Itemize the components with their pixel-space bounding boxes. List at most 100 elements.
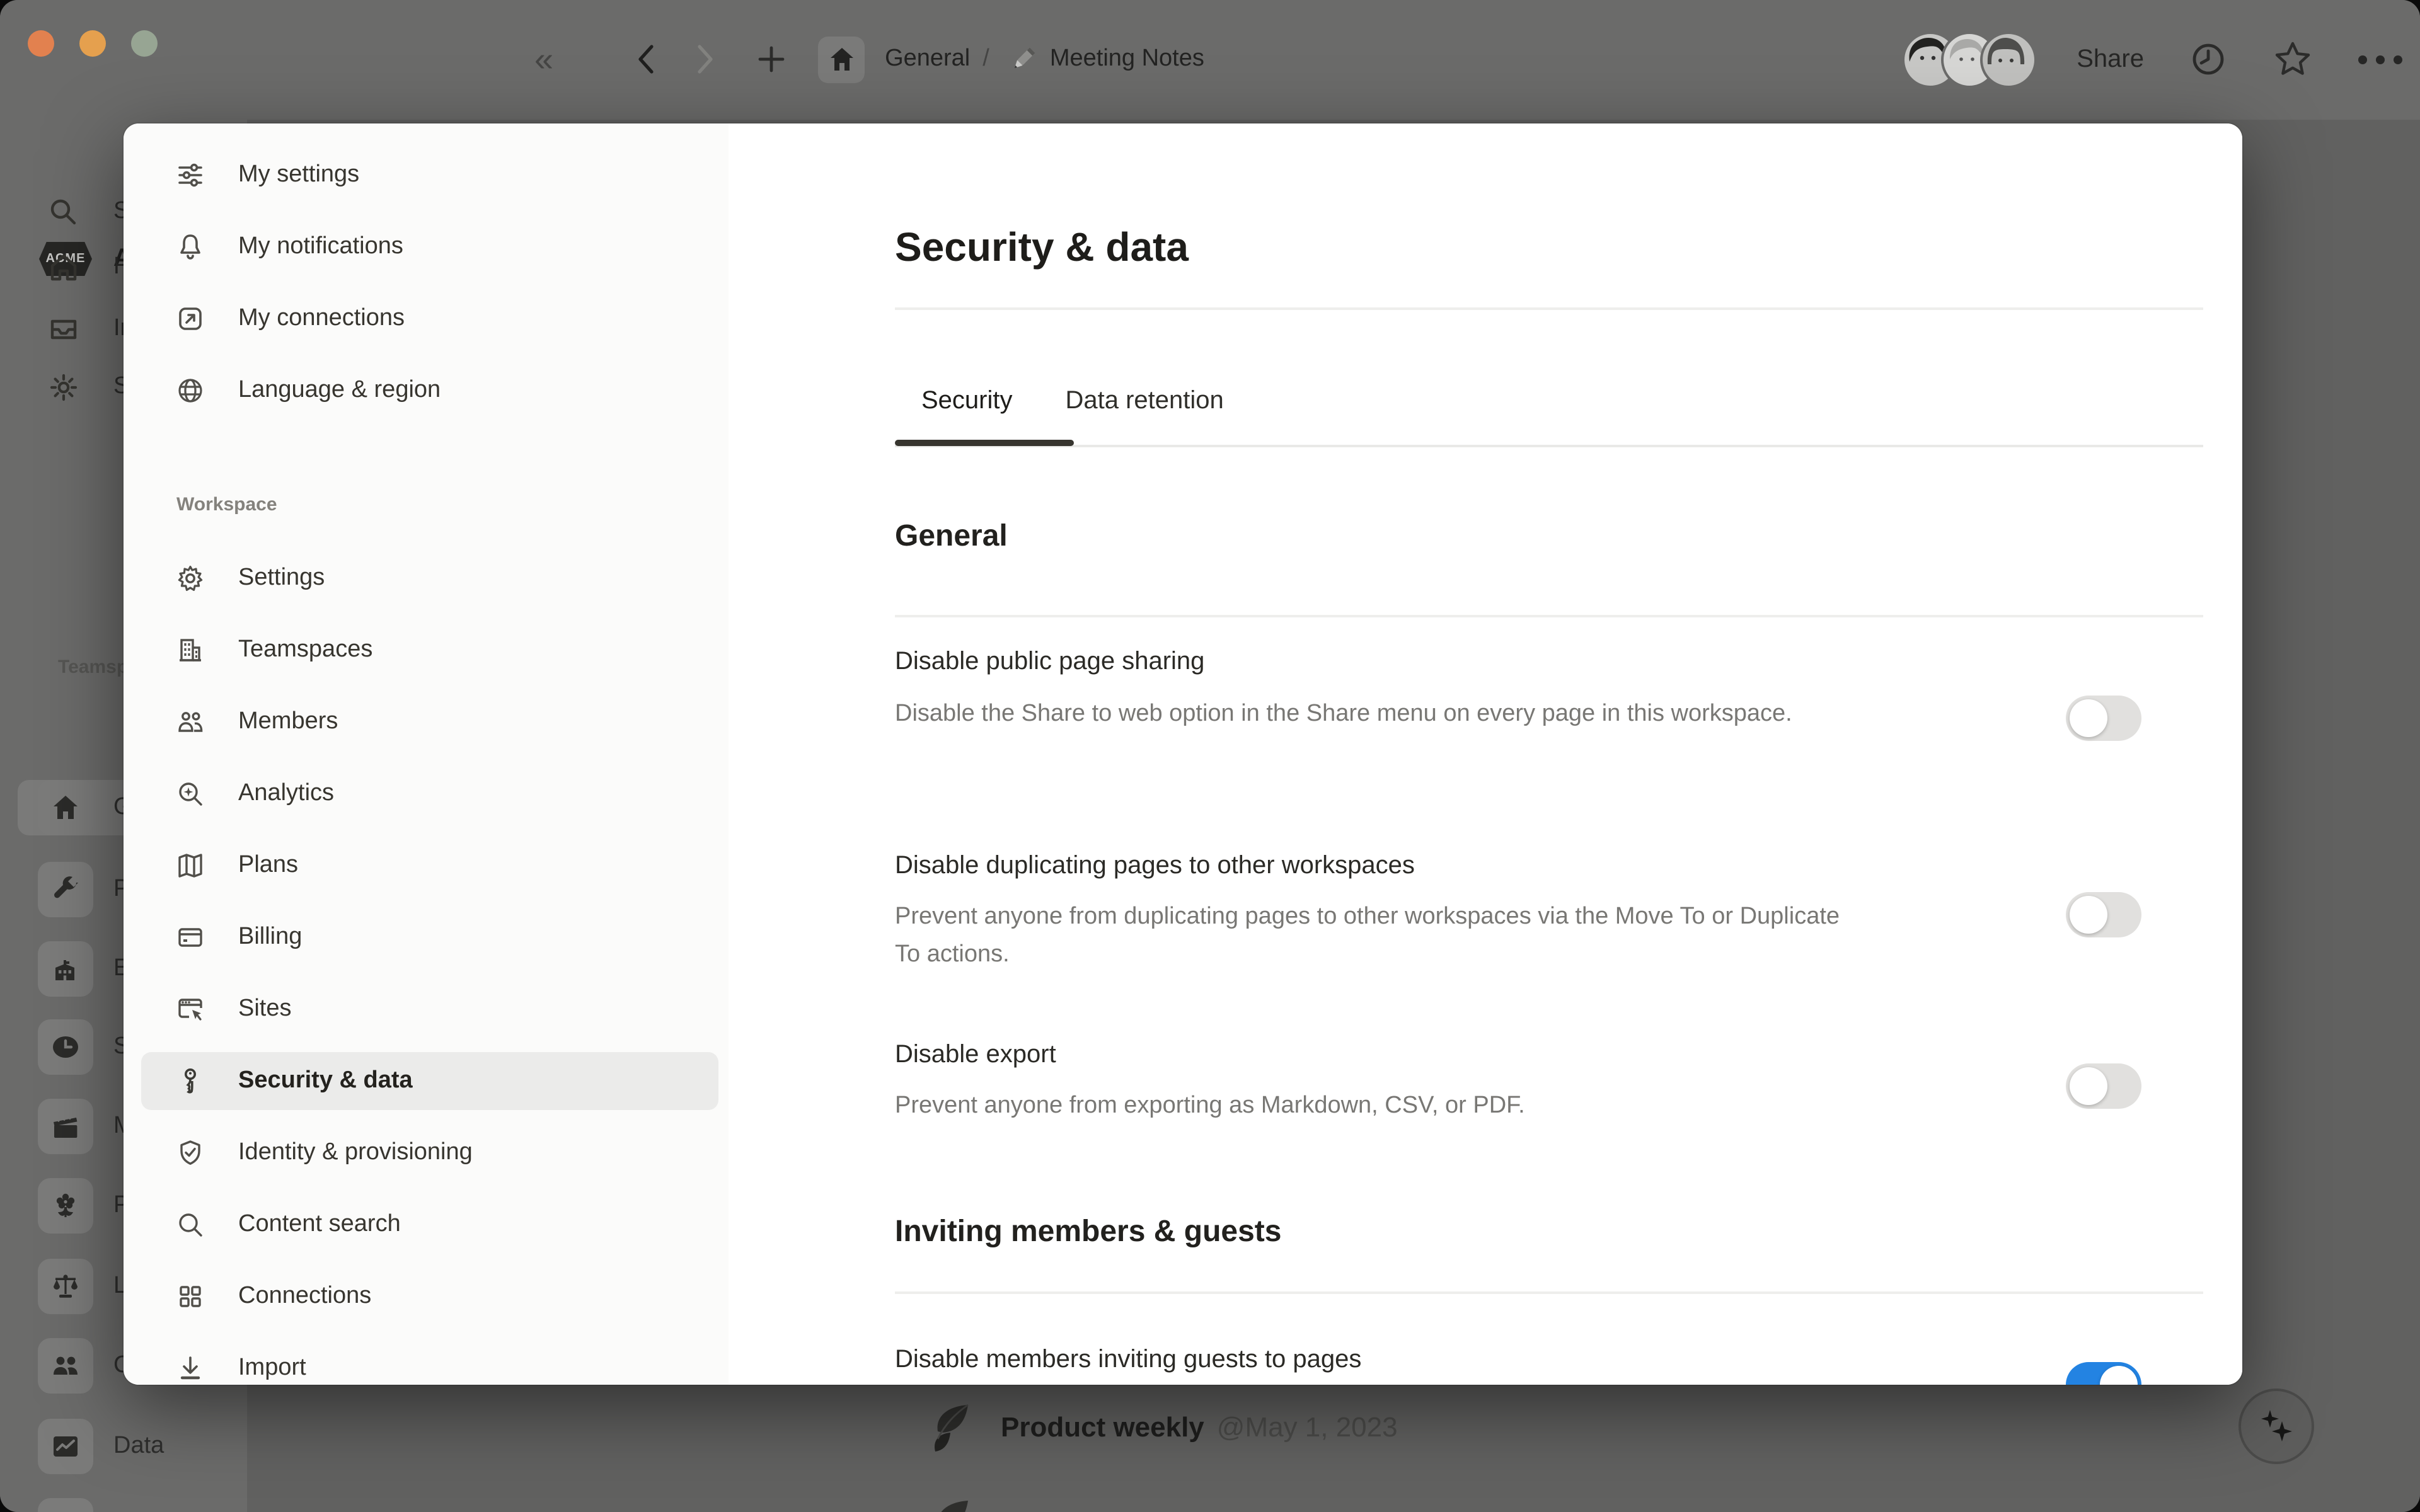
setting-description: Prevent anyone from duplicating pages to… xyxy=(895,898,1847,974)
settings-nav: My settings My notifications My connecti… xyxy=(124,123,729,1385)
wrench-tile-icon xyxy=(38,862,93,917)
shield-check-icon xyxy=(176,1139,204,1167)
section-heading-general: General xyxy=(895,519,1008,554)
traffic-zoom-button[interactable] xyxy=(131,30,158,57)
map-icon xyxy=(176,852,204,879)
settings-modal: My settings My notifications My connecti… xyxy=(124,123,2242,1385)
new-tab-plus-button[interactable] xyxy=(755,44,788,74)
house-tile-icon xyxy=(38,780,93,835)
browser-cursor-icon xyxy=(176,995,204,1023)
banknote-tile-icon xyxy=(38,1498,93,1512)
back-button[interactable] xyxy=(634,43,659,76)
credit-card-icon xyxy=(176,924,204,951)
clock-tile-icon xyxy=(38,1019,93,1075)
traffic-minimize-button[interactable] xyxy=(79,30,106,57)
settings-nav-language-region[interactable]: Language & region xyxy=(141,362,718,420)
workspace-section-label: Workspace xyxy=(176,494,277,515)
toggle-disable-members-inviting-guests[interactable] xyxy=(2066,1362,2141,1385)
section-heading-inviting: Inviting members & guests xyxy=(895,1215,1282,1250)
notion-window: « General / xyxy=(0,0,2420,1512)
globe-icon xyxy=(176,377,204,404)
settings-nav-identity-provisioning[interactable]: Identity & provisioning xyxy=(141,1124,718,1182)
sliders-icon xyxy=(176,161,204,189)
star-icon[interactable] xyxy=(2273,39,2313,79)
scales-tile-icon xyxy=(38,1259,93,1314)
page-title: Security & data xyxy=(895,224,1189,271)
settings-nav-analytics[interactable]: Analytics xyxy=(141,765,718,823)
sidebar-team-data[interactable]: Data xyxy=(0,1419,403,1474)
toggle-disable-export[interactable] xyxy=(2066,1063,2141,1109)
chart-tile-icon xyxy=(38,1419,93,1474)
breadcrumb-page-title[interactable]: Meeting Notes xyxy=(1050,45,1204,73)
settings-nav-my-notifications[interactable]: My notifications xyxy=(141,218,718,276)
clapper-tile-icon xyxy=(38,1099,93,1154)
gear-icon xyxy=(176,564,204,592)
sidebar-collapse-icon[interactable]: « xyxy=(534,42,553,76)
home-icon xyxy=(35,251,91,283)
school-tile-icon xyxy=(38,941,93,997)
forward-button[interactable] xyxy=(692,43,717,76)
gear-icon xyxy=(35,371,91,403)
settings-nav-connections[interactable]: Connections xyxy=(141,1268,718,1326)
avatar-3[interactable] xyxy=(1979,31,2036,88)
active-tab-underline xyxy=(895,440,1074,446)
top-bar: « General / xyxy=(0,0,2420,120)
settings-nav-content-search[interactable]: Content search xyxy=(141,1196,718,1254)
page-link-row[interactable]: Product weekly @May 8, 2023 xyxy=(930,1491,1398,1512)
settings-nav-billing[interactable]: Billing xyxy=(141,908,718,966)
leaf-icon xyxy=(930,1497,978,1512)
collaborator-avatars[interactable] xyxy=(1901,31,2036,88)
divider xyxy=(895,615,2203,617)
setting-title: Disable members inviting guests to pages xyxy=(895,1346,1361,1375)
toggle-disable-duplicating-pages[interactable] xyxy=(2066,892,2141,937)
people-tile-icon xyxy=(38,1338,93,1394)
sparkles-icon xyxy=(2255,1405,2298,1448)
breadcrumb-separator: / xyxy=(982,45,989,73)
settings-content: Security & data Security Data retention … xyxy=(729,123,2242,1385)
ellipsis-icon[interactable] xyxy=(2358,55,2402,64)
bell-icon xyxy=(176,233,204,261)
settings-nav-sites[interactable]: Sites xyxy=(141,980,718,1038)
setting-title: Disable duplicating pages to other works… xyxy=(895,852,1415,881)
tab-data-retention[interactable]: Data retention xyxy=(1039,381,1250,421)
search-icon xyxy=(35,197,91,227)
settings-nav-members[interactable]: Members xyxy=(141,693,718,751)
divider xyxy=(895,307,2203,310)
breadcrumb-home-button[interactable] xyxy=(818,36,865,83)
building-icon xyxy=(176,636,204,664)
traffic-close-button[interactable] xyxy=(28,30,54,57)
pencil-icon xyxy=(1007,43,1040,76)
page-link-row[interactable]: Product weekly @May 1, 2023 xyxy=(930,1395,1398,1460)
breadcrumb-section[interactable]: General xyxy=(885,45,970,73)
inbox-icon xyxy=(35,313,91,345)
tab-bar: Security Data retention xyxy=(895,381,1250,421)
divider xyxy=(895,1292,2203,1294)
search-icon xyxy=(176,1211,204,1239)
settings-nav-settings[interactable]: Settings xyxy=(141,549,718,607)
history-clock-icon[interactable] xyxy=(2189,40,2227,78)
tab-divider xyxy=(895,445,2203,447)
setting-description: Disable the Share to web option in the S… xyxy=(895,696,1792,733)
settings-nav-my-connections[interactable]: My connections xyxy=(141,290,718,348)
toggle-disable-public-page-sharing[interactable] xyxy=(2066,696,2141,741)
app-root: « General / xyxy=(0,0,2420,1512)
settings-nav-security-data[interactable]: Security & data xyxy=(141,1052,718,1110)
settings-nav-import[interactable]: Import xyxy=(141,1339,718,1385)
search-sparkle-icon xyxy=(176,780,204,808)
sidebar-team-finance[interactable]: Finance xyxy=(0,1498,403,1512)
settings-nav-my-settings[interactable]: My settings xyxy=(141,146,718,204)
leaf-icon xyxy=(930,1401,978,1454)
key-icon xyxy=(176,1067,204,1095)
ai-sparkle-button[interactable] xyxy=(2238,1389,2314,1464)
flower-tile-icon xyxy=(38,1178,93,1234)
external-link-icon xyxy=(176,305,204,333)
import-arrow-icon xyxy=(176,1354,204,1382)
setting-title: Disable public page sharing xyxy=(895,648,1204,677)
settings-nav-plans[interactable]: Plans xyxy=(141,837,718,895)
members-icon xyxy=(176,708,204,736)
tab-security[interactable]: Security xyxy=(895,381,1039,421)
setting-description: Prevent anyone from exporting as Markdow… xyxy=(895,1087,1525,1125)
grid-icon xyxy=(176,1283,204,1310)
settings-nav-teamspaces[interactable]: Teamspaces xyxy=(141,621,718,679)
share-button[interactable]: Share xyxy=(2077,45,2144,74)
